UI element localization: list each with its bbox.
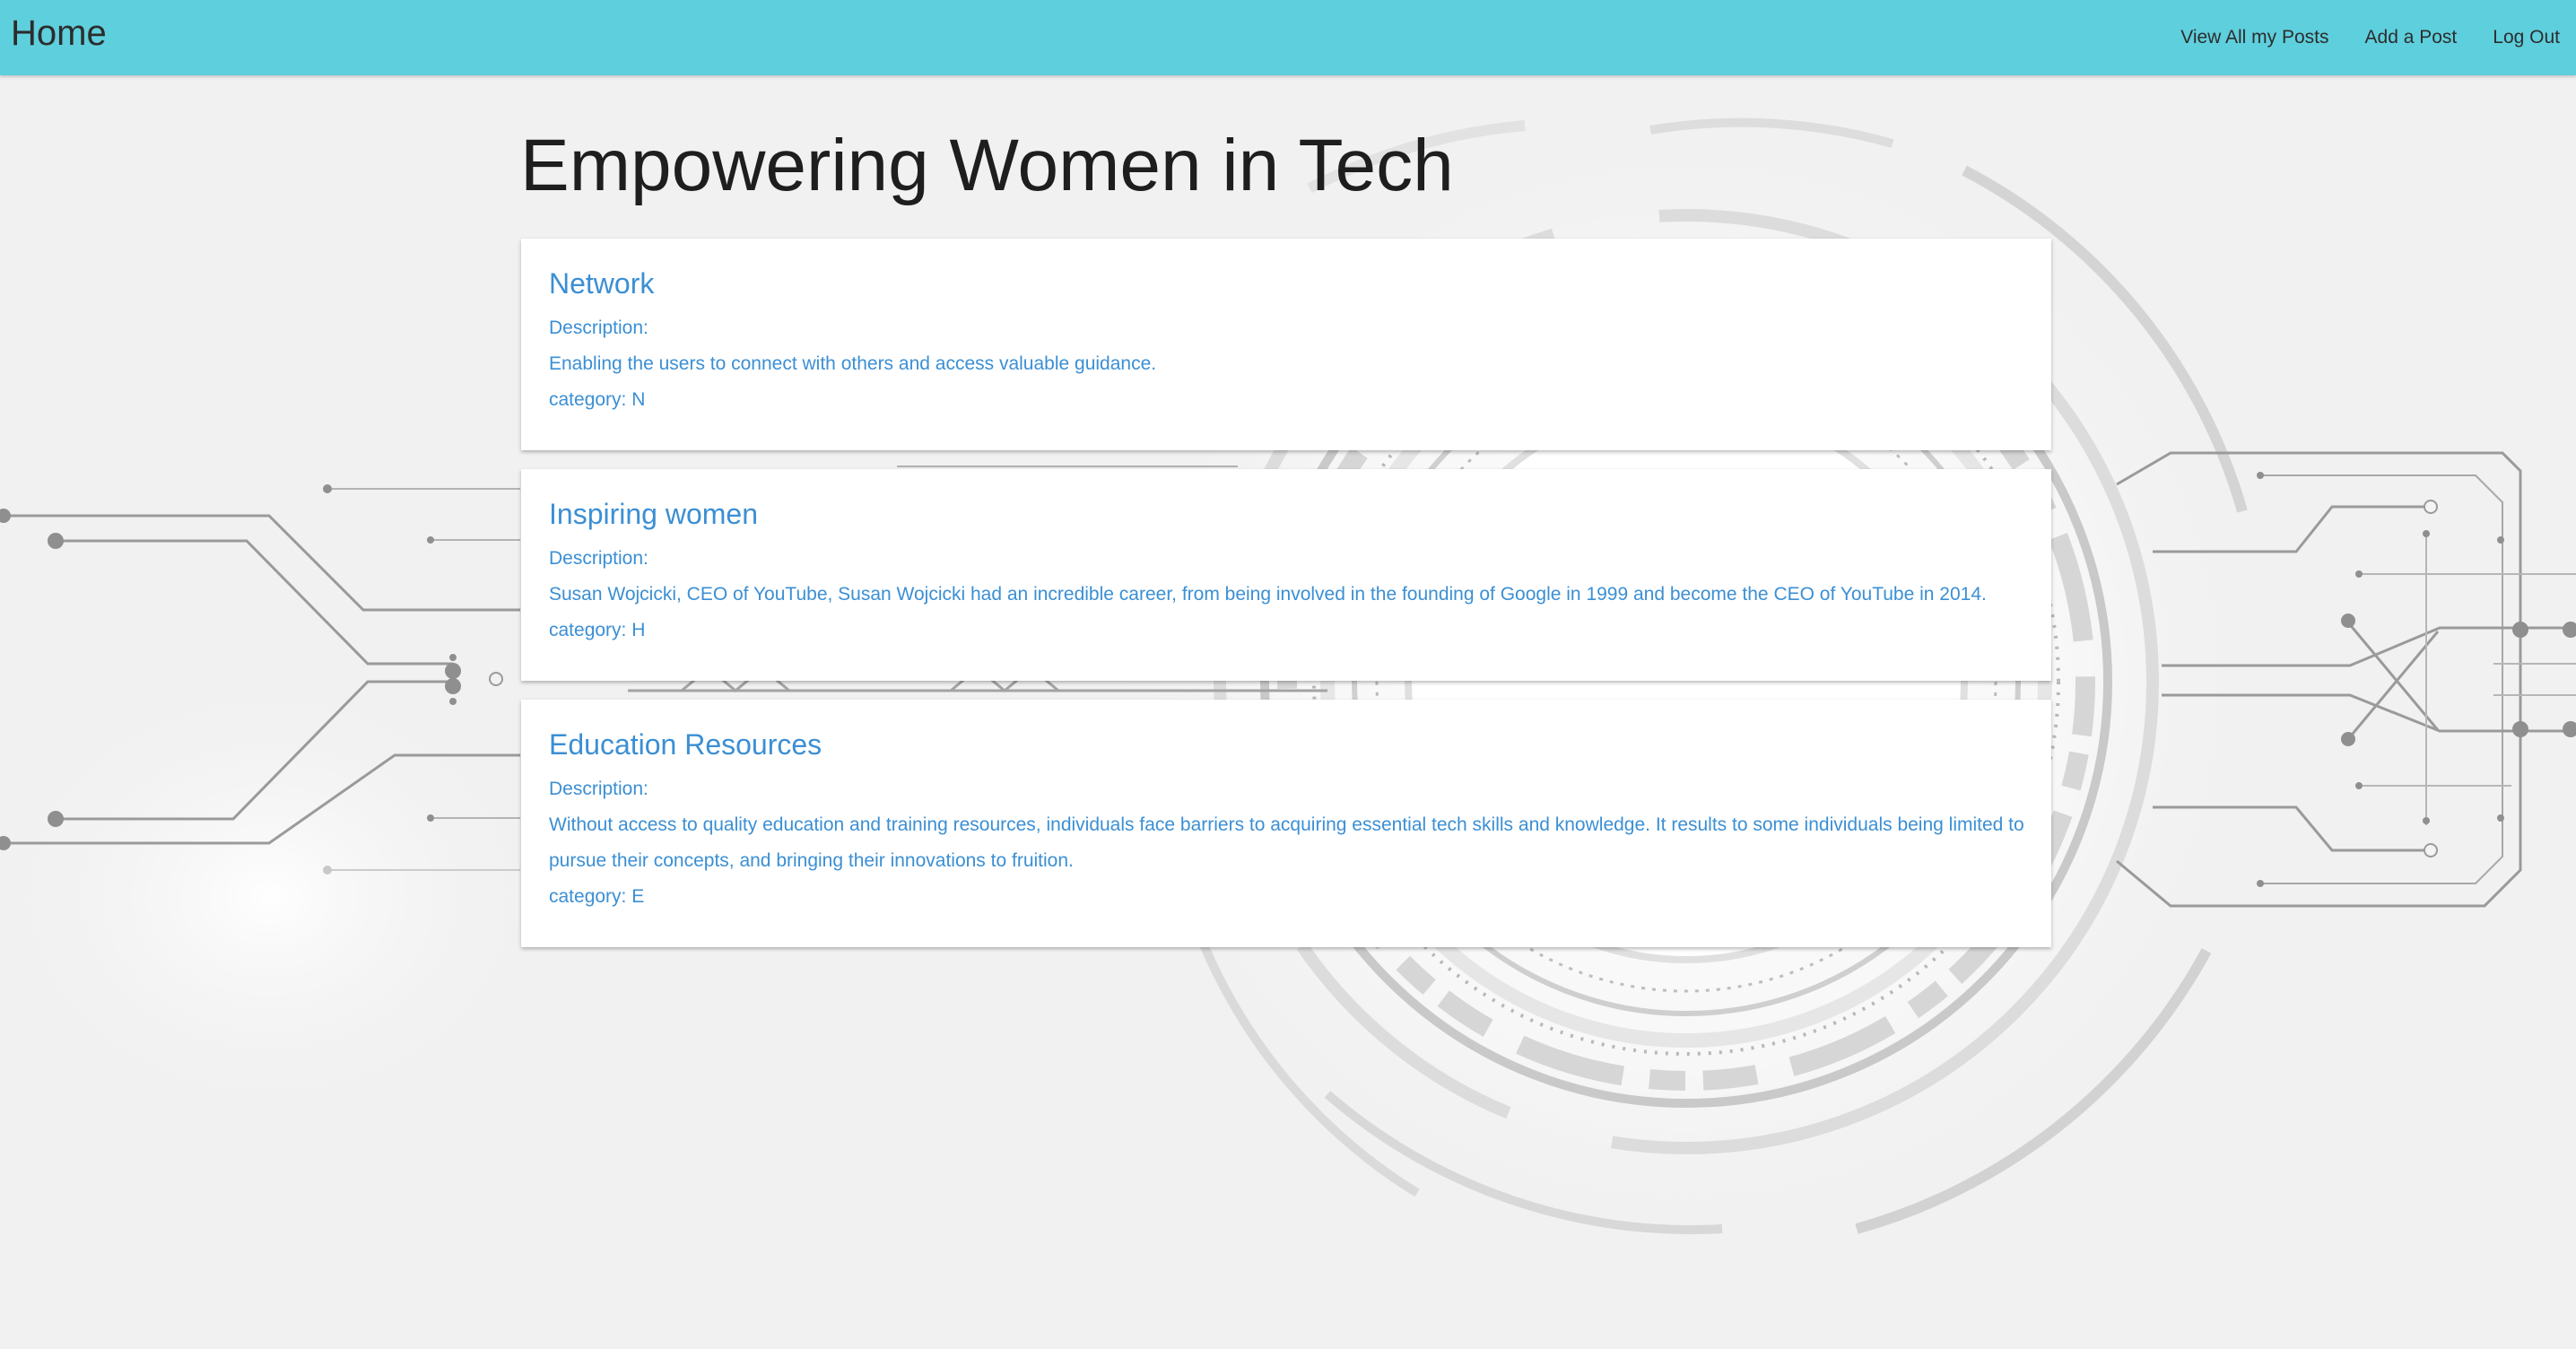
top-navbar: Home View All my Posts Add a Post Log Ou… <box>0 0 2576 75</box>
post-category: category: E <box>549 886 645 907</box>
add-post-link[interactable]: Add a Post <box>2365 27 2458 48</box>
post-description: Without access to quality education and … <box>549 814 2024 871</box>
post-description: Susan Wojcicki, CEO of YouTube, Susan Wo… <box>549 584 1987 605</box>
post-title[interactable]: Network <box>549 265 2024 301</box>
post-category: category: H <box>549 620 646 640</box>
description-label: Description: <box>549 318 648 338</box>
nav-links: View All my Posts Add a Post Log Out <box>2180 0 2560 75</box>
post-card: Network Description: Enabling the users … <box>521 239 2051 450</box>
post-card: Education Resources Description: Without… <box>521 700 2051 947</box>
post-title[interactable]: Education Resources <box>549 727 2024 762</box>
page-title: Empowering Women in Tech <box>520 125 1454 206</box>
view-all-posts-link[interactable]: View All my Posts <box>2180 27 2328 48</box>
description-label: Description: <box>549 779 648 799</box>
post-title[interactable]: Inspiring women <box>549 496 2024 532</box>
page: Home View All my Posts Add a Post Log Ou… <box>0 0 2576 1349</box>
post-description: Enabling the users to connect with other… <box>549 353 1157 374</box>
post-card: Inspiring women Description: Susan Wojci… <box>521 469 2051 681</box>
log-out-link[interactable]: Log Out <box>2493 27 2560 48</box>
post-category: category: N <box>549 389 646 410</box>
description-label: Description: <box>549 548 648 569</box>
home-link[interactable]: Home <box>11 13 107 54</box>
